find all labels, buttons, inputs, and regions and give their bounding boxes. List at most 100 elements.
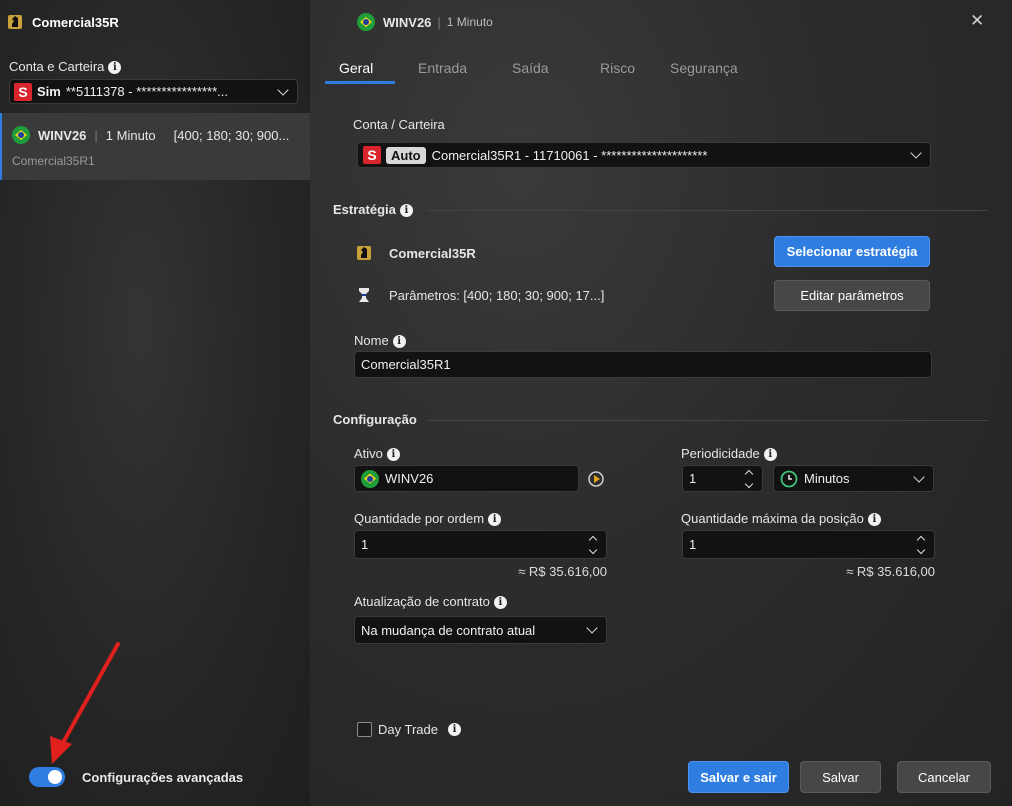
params-row: Parâmetros: [400; 180; 30; 900; 17...] xyxy=(355,286,604,304)
right-panel: WINV26 | 1 Minuto ✕ Geral Entrada Saída … xyxy=(310,0,1012,806)
info-icon[interactable]: i xyxy=(392,335,406,349)
periodicidade-label-row: Periodicidade i xyxy=(681,446,777,462)
brazil-flag-icon xyxy=(361,469,379,488)
separator: | xyxy=(94,127,98,143)
clock-icon xyxy=(780,470,798,487)
info-icon[interactable]: i xyxy=(386,448,400,462)
left-panel: Comercial35R Conta e Carteira i S Sim **5… xyxy=(0,0,310,806)
conta-select[interactable]: S Auto Comercial35R1 - 11710061 - ******… xyxy=(357,142,931,168)
periodicidade-label: Periodicidade xyxy=(681,446,760,461)
sidebar-account-select[interactable]: S Sim **5111378 - ****************... xyxy=(9,79,298,104)
qtd-approx-value: ≈ R$ 35.616,00 xyxy=(518,564,607,579)
advanced-settings-toggle[interactable] xyxy=(29,767,65,787)
list-item-symbol: WINV26 xyxy=(38,127,87,143)
save-exit-button[interactable]: Salvar e sair xyxy=(688,761,789,793)
info-icon[interactable]: i xyxy=(493,596,507,610)
account-mode: Sim xyxy=(37,84,61,99)
info-icon[interactable]: i xyxy=(488,513,502,527)
info-icon[interactable]: i xyxy=(108,61,122,75)
account-label-row: Conta e Carteira i xyxy=(9,59,122,75)
account-value: **5111378 - ****************... xyxy=(65,84,228,99)
auto-badge: Auto xyxy=(386,146,426,164)
stepper-arrows[interactable] xyxy=(916,535,926,554)
rook-params-icon xyxy=(359,288,369,302)
qtd-value: 1 xyxy=(361,537,369,552)
refresh-contract-icon[interactable] xyxy=(586,469,606,489)
periodicidade-stepper[interactable]: 1 xyxy=(682,465,763,492)
account-label: Conta e Carteira xyxy=(9,59,105,74)
qtd-stepper[interactable]: 1 xyxy=(354,530,607,559)
advanced-settings-label: Configurações avançadas xyxy=(82,770,244,785)
atualizacao-label: Atualização de contrato xyxy=(354,594,490,609)
tab-entrada[interactable]: Entrada xyxy=(418,60,467,76)
active-tab-indicator xyxy=(325,81,395,84)
tab-saida[interactable]: Saída xyxy=(512,60,549,76)
info-icon[interactable]: i xyxy=(447,723,461,736)
brazil-flag-icon xyxy=(357,13,375,31)
daytrade-row: Day Trade i xyxy=(357,722,461,737)
strategy-name: Comercial35R xyxy=(389,245,476,261)
red-arrow-annotation xyxy=(50,642,120,764)
stepper-arrows[interactable] xyxy=(588,535,598,554)
chevron-down-icon xyxy=(277,83,289,96)
qtd-max-stepper[interactable]: 1 xyxy=(682,530,935,559)
periodicidade-unit-select[interactable]: Minutos xyxy=(773,465,934,492)
qtd-max-label-row: Quantidade máxima da posição i xyxy=(681,511,881,527)
close-icon[interactable]: ✕ xyxy=(970,11,984,31)
chevron-down-icon xyxy=(913,470,925,483)
ativo-input[interactable]: WINV26 xyxy=(354,465,579,492)
chevron-down-icon xyxy=(586,622,598,634)
ativo-value: WINV26 xyxy=(385,471,434,486)
ativo-label: Ativo xyxy=(354,446,383,461)
divider xyxy=(428,210,988,211)
info-icon[interactable]: i xyxy=(867,513,881,527)
qtd-max-label: Quantidade máxima da posição xyxy=(681,511,864,526)
select-strategy-button[interactable]: Selecionar estratégia xyxy=(774,236,930,267)
info-icon[interactable]: i xyxy=(399,204,413,218)
tab-geral[interactable]: Geral xyxy=(339,60,373,76)
divider xyxy=(428,420,988,421)
nome-input[interactable]: Comercial35R1 xyxy=(354,351,932,378)
strategy-params: Parâmetros: [400; 180; 30; 900; 17...] xyxy=(389,287,605,303)
estrategia-section-title: Estratégia i xyxy=(333,202,413,218)
qtd-label: Quantidade por ordem xyxy=(354,511,485,526)
dialog-header: WINV26 | 1 Minuto xyxy=(357,13,493,31)
stepper-arrows[interactable] xyxy=(744,469,754,488)
sidebar-strategy-title: Comercial35R xyxy=(32,14,119,30)
configuracao-section-title: Configuração xyxy=(333,412,417,427)
nome-label-row: Nome i xyxy=(354,333,406,349)
info-icon[interactable]: i xyxy=(763,448,777,462)
header-symbol: WINV26 xyxy=(383,14,432,30)
save-button[interactable]: Salvar xyxy=(800,761,881,793)
tab-risco[interactable]: Risco xyxy=(600,60,635,76)
qtd-max-approx-value: ≈ R$ 35.616,00 xyxy=(846,564,935,579)
nome-label: Nome xyxy=(354,333,389,348)
brazil-flag-icon xyxy=(12,126,30,144)
tab-seguranca[interactable]: Segurança xyxy=(670,60,738,76)
cancel-button[interactable]: Cancelar xyxy=(897,761,991,793)
atualizacao-value: Na mudança de contrato atual xyxy=(361,622,536,638)
periodicidade-unit: Minutos xyxy=(804,471,850,486)
strategy-row: Comercial35R xyxy=(355,244,476,262)
list-item-period: 1 Minuto xyxy=(105,127,156,143)
sidebar-header: Comercial35R xyxy=(6,13,119,31)
qtd-label-row: Quantidade por ordem i xyxy=(354,511,502,527)
strategy-knight-icon xyxy=(357,246,371,260)
separator: | xyxy=(437,14,441,30)
ativo-label-row: Ativo i xyxy=(354,446,400,462)
atualizacao-label-row: Atualização de contrato i xyxy=(354,594,507,610)
header-period: 1 Minuto xyxy=(446,15,493,29)
qtd-max-value: 1 xyxy=(689,537,697,552)
list-item-name: Comercial35R1 xyxy=(12,154,95,168)
edit-params-button[interactable]: Editar parâmetros xyxy=(774,280,930,311)
strategy-list-item[interactable]: WINV26 | 1 Minuto [400; 180; 30; 900... … xyxy=(0,113,310,180)
daytrade-label: Day Trade xyxy=(378,722,438,737)
periodicidade-value: 1 xyxy=(689,471,697,486)
strategy-knight-icon xyxy=(8,15,22,29)
chevron-down-icon xyxy=(910,147,922,159)
toggle-knob xyxy=(48,770,62,784)
list-item-row: WINV26 | 1 Minuto [400; 180; 30; 900... xyxy=(12,126,289,144)
atualizacao-select[interactable]: Na mudança de contrato atual xyxy=(354,616,607,644)
section-label: Estratégia xyxy=(333,202,396,217)
daytrade-checkbox[interactable] xyxy=(357,722,372,737)
